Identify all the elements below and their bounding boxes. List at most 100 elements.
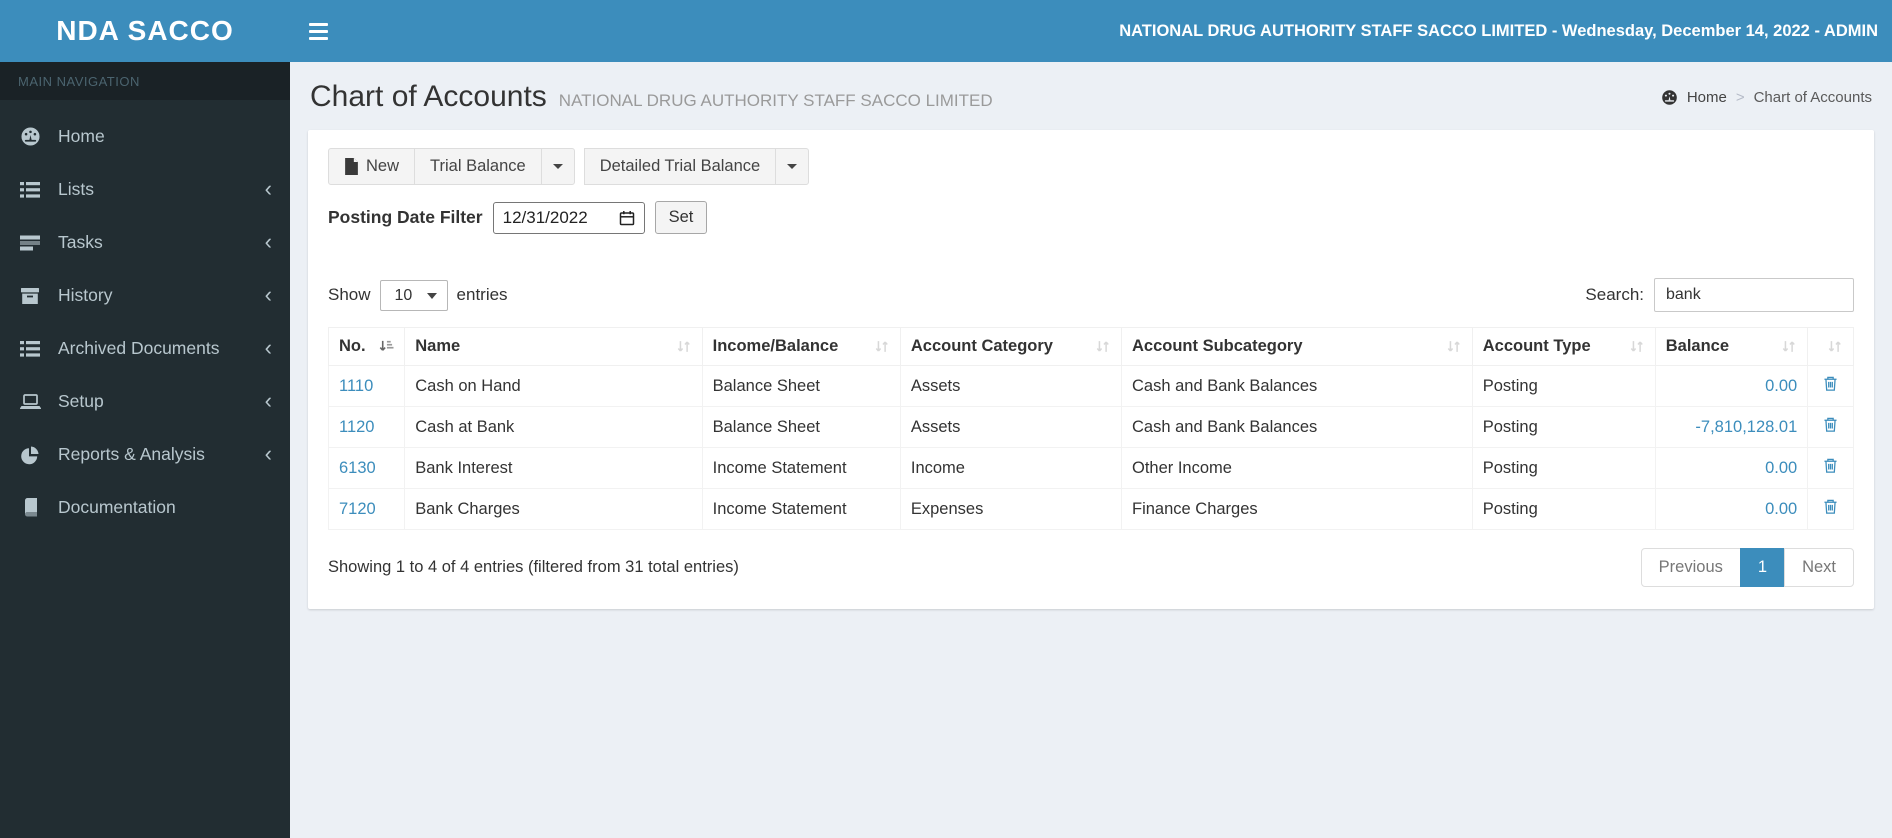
sidebar-item-label: Home	[58, 126, 105, 146]
column-header-account-type[interactable]: Account Type	[1471, 327, 1656, 366]
income-balance-cell: Income Statement	[701, 488, 901, 530]
tasks-icon	[18, 233, 42, 253]
accounts-table: No. Name Income/Balance Account Category…	[327, 327, 1854, 530]
detailed-trial-balance-button[interactable]: Detailed Trial Balance	[583, 148, 777, 185]
chevron-left-icon: ‹	[264, 228, 272, 254]
balance-link[interactable]: 0.00	[1765, 459, 1797, 477]
delete-icon[interactable]	[1822, 375, 1839, 392]
account-category-cell: Assets	[899, 406, 1123, 448]
column-label: Account Category	[910, 337, 1053, 355]
account-subcategory-cell: Cash and Bank Balances	[1121, 365, 1473, 407]
column-header-no[interactable]: No.	[327, 327, 406, 366]
pagination-next-button[interactable]: Next	[1784, 548, 1854, 587]
table-row: 7120 Bank Charges Income Statement Expen…	[327, 488, 1854, 530]
detailed-trial-balance-label: Detailed Trial Balance	[599, 157, 761, 175]
sidebar-item-lists[interactable]: Lists ‹	[0, 163, 290, 216]
column-label: Name	[415, 337, 461, 355]
account-category-cell: Income	[899, 447, 1123, 489]
calendar-icon[interactable]	[619, 210, 635, 226]
table-row: 6130 Bank Interest Income Statement Inco…	[327, 447, 1854, 489]
account-type-cell: Posting	[1471, 447, 1656, 489]
chevron-left-icon: ‹	[264, 281, 272, 307]
account-number-link[interactable]: 1110	[339, 377, 373, 395]
trial-balance-button[interactable]: Trial Balance	[414, 148, 542, 185]
sidebar-item-setup[interactable]: Setup ‹	[0, 375, 290, 428]
pagination-previous-button[interactable]: Previous	[1640, 548, 1741, 587]
sidebar-item-home[interactable]: Home	[0, 110, 290, 163]
trial-balance-dropdown-button[interactable]	[540, 148, 575, 185]
column-header-account-subcategory[interactable]: Account Subcategory	[1121, 327, 1473, 366]
detailed-trial-balance-dropdown-button[interactable]	[775, 148, 810, 185]
page-length-select[interactable]: 10	[379, 279, 448, 311]
sidebar-item-tasks[interactable]: Tasks ‹	[0, 216, 290, 269]
sidebar-toggle-icon[interactable]	[290, 0, 346, 62]
list-icon	[18, 339, 42, 359]
pagination: Previous 1 Next	[1640, 548, 1854, 587]
delete-icon[interactable]	[1822, 498, 1839, 515]
balance-link[interactable]: 0.00	[1765, 377, 1797, 395]
sort-icon	[1827, 339, 1843, 354]
dashboard-icon	[1661, 89, 1678, 106]
content-area: Chart of Accounts NATIONAL DRUG AUTHORIT…	[290, 62, 1892, 838]
sidebar-item-label: Documentation	[58, 497, 176, 517]
show-label: Show	[328, 285, 371, 304]
breadcrumb-current: Chart of Accounts	[1753, 88, 1872, 106]
column-label: No.	[339, 337, 366, 355]
breadcrumb-home[interactable]: Home	[1687, 89, 1727, 106]
sort-icon	[1781, 339, 1797, 354]
sidebar-item-label: Tasks	[58, 232, 103, 252]
sidebar-item-label: History	[58, 285, 113, 305]
delete-icon[interactable]	[1822, 457, 1839, 474]
column-label: Account Subcategory	[1132, 337, 1303, 355]
table-footer: Showing 1 to 4 of 4 entries (filtered fr…	[328, 548, 1854, 587]
sidebar-menu: Home Lists ‹ Tasks ‹ History ‹ Archived …	[0, 100, 290, 534]
search-control: Search:	[1585, 278, 1854, 312]
account-name-cell: Cash at Bank	[404, 406, 703, 448]
page-length-select-wrap: 10	[379, 279, 448, 311]
sort-icon	[1095, 339, 1111, 354]
account-subcategory-cell: Finance Charges	[1121, 488, 1473, 530]
posting-date-filter-row: Posting Date Filter Set	[328, 201, 1854, 234]
book-icon	[18, 498, 42, 518]
balance-link[interactable]: 0.00	[1765, 500, 1797, 518]
set-date-button[interactable]: Set	[654, 201, 708, 234]
account-number-link[interactable]: 6130	[339, 459, 376, 477]
search-input[interactable]	[1654, 278, 1854, 312]
sort-icon	[1629, 339, 1645, 354]
column-header-name[interactable]: Name	[404, 327, 703, 366]
column-header-income-balance[interactable]: Income/Balance	[701, 327, 901, 366]
delete-icon[interactable]	[1822, 416, 1839, 433]
posting-date-input-wrap	[492, 201, 645, 234]
laptop-icon	[18, 392, 42, 412]
pagination-page-1-button[interactable]: 1	[1739, 548, 1786, 587]
account-subcategory-cell: Cash and Bank Balances	[1121, 406, 1473, 448]
caret-down-icon	[552, 164, 563, 169]
sidebar-item-label: Lists	[58, 179, 94, 199]
entries-label: entries	[456, 285, 508, 304]
balance-link[interactable]: -7,810,128.01	[1695, 418, 1797, 436]
toolbar: New Trial Balance Detailed Trial Balance	[328, 148, 1854, 185]
account-name-cell: Bank Interest	[404, 447, 703, 489]
new-button[interactable]: New	[328, 148, 416, 185]
account-number-link[interactable]: 7120	[339, 500, 376, 518]
column-header-balance[interactable]: Balance	[1654, 327, 1809, 366]
chevron-left-icon: ‹	[264, 334, 272, 360]
chart-of-accounts-panel: New Trial Balance Detailed Trial Balance…	[308, 130, 1874, 609]
chevron-left-icon: ‹	[264, 387, 272, 413]
column-header-account-category[interactable]: Account Category	[899, 327, 1123, 366]
column-header-actions[interactable]	[1807, 327, 1854, 366]
account-type-cell: Posting	[1471, 488, 1656, 530]
account-type-cell: Posting	[1471, 406, 1656, 448]
table-row: 1110 Cash on Hand Balance Sheet Assets C…	[327, 365, 1854, 407]
posting-date-input[interactable]	[502, 207, 611, 228]
account-number-link[interactable]: 1120	[339, 418, 374, 436]
sort-icon	[874, 339, 890, 354]
sidebar-item-archived-documents[interactable]: Archived Documents ‹	[0, 322, 290, 375]
sidebar-item-reports-analysis[interactable]: Reports & Analysis ‹	[0, 428, 290, 481]
sidebar-item-history[interactable]: History ‹	[0, 269, 290, 322]
app-logo[interactable]: NDA SACCO	[0, 0, 290, 62]
column-label: Income/Balance	[712, 337, 839, 355]
new-button-label: New	[366, 157, 400, 175]
account-name-cell: Cash on Hand	[404, 365, 703, 407]
sidebar-item-documentation[interactable]: Documentation	[0, 481, 290, 534]
